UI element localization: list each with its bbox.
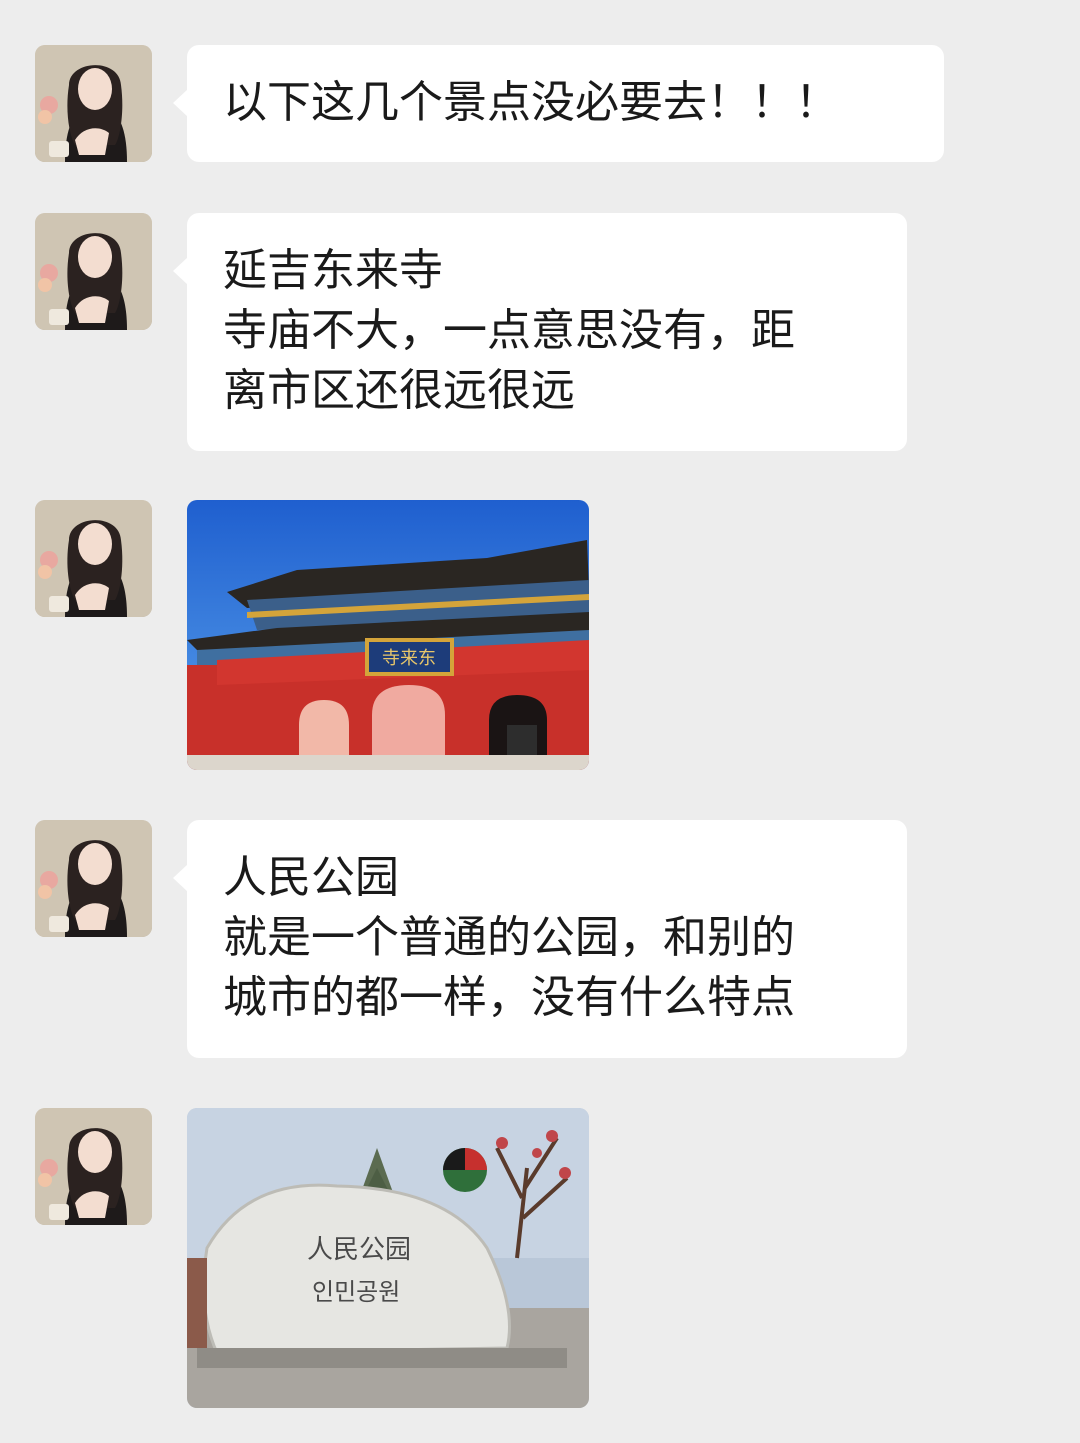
bubble-tail: [173, 257, 188, 285]
bubble-tail: [173, 864, 188, 892]
bubble-tail: [173, 89, 188, 117]
sender-avatar[interactable]: [35, 213, 152, 330]
message-bubble[interactable]: 延吉东来寺 寺庙不大，一点意思没有，距 离市区还很远很远: [173, 213, 907, 451]
message-text: 离市区还很远很远: [223, 365, 575, 416]
sender-avatar[interactable]: [35, 820, 152, 937]
message-text: 城市的都一样，没有什么特点: [223, 972, 795, 1023]
stone-inscription-korean: 인민공원: [312, 1278, 400, 1306]
sender-avatar[interactable]: [35, 45, 152, 162]
message-text: 以下这几个景点没必要去！！！: [223, 77, 839, 128]
stone-inscription-chinese: 人民公园: [307, 1235, 411, 1265]
sender-avatar[interactable]: [35, 1108, 152, 1225]
sender-avatar[interactable]: [35, 500, 152, 617]
message-text: 人民公园: [223, 852, 399, 903]
temple-gate-photo[interactable]: 寺来东: [187, 500, 589, 770]
message-text: 寺庙不大，一点意思没有，距: [223, 305, 795, 356]
message-bubble[interactable]: 人民公园 就是一个普通的公园，和别的 城市的都一样，没有什么特点: [173, 820, 907, 1058]
message-bubble[interactable]: 以下这几个景点没必要去！！！: [173, 45, 944, 162]
message-text: 就是一个普通的公园，和别的: [223, 912, 795, 963]
park-stone-photo[interactable]: 人民公园 인민공원: [187, 1108, 589, 1408]
temple-plaque-text: 寺来东: [382, 648, 436, 669]
message-text: 延吉东来寺: [223, 245, 443, 296]
